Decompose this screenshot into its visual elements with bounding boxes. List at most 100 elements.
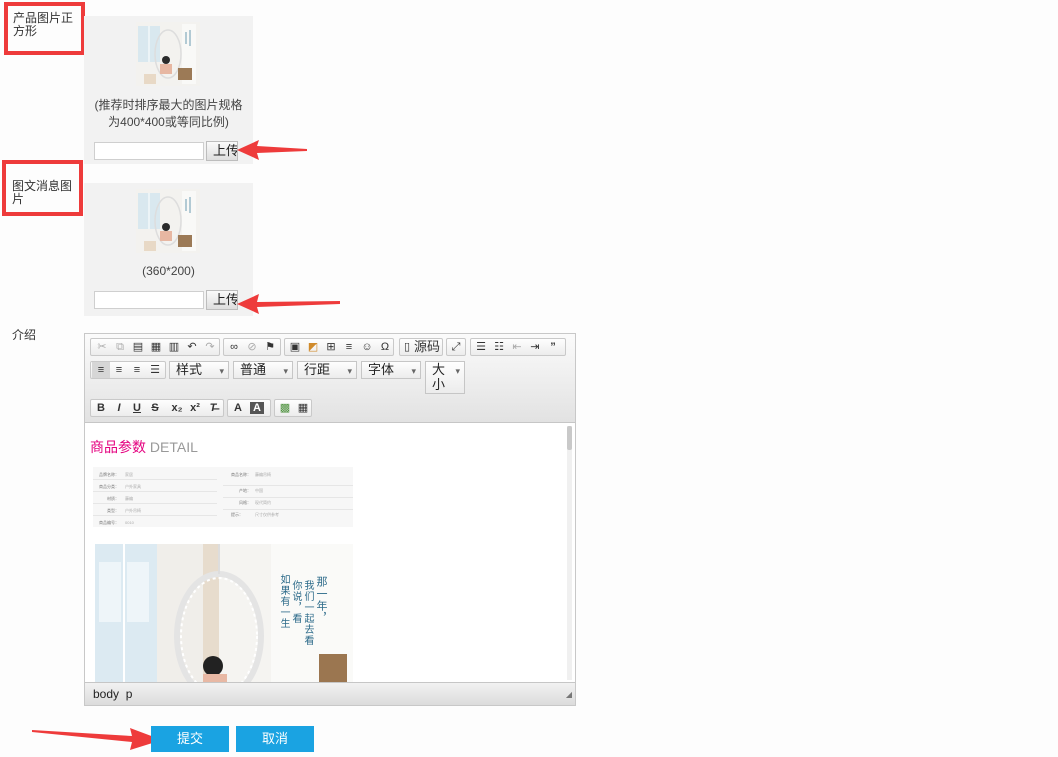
cut-icon[interactable]: ✂ xyxy=(93,339,111,355)
submit-button[interactable]: 提交 xyxy=(151,726,229,752)
source-button[interactable]: ▯ 源码 xyxy=(399,338,443,356)
line-height-dropdown[interactable]: 行距 ▾ xyxy=(297,361,357,379)
cancel-button[interactable]: 取消 xyxy=(236,726,314,752)
style-dropdown-label: 样式 xyxy=(176,362,203,377)
product-image-panel: (推荐时排序最大的图片规格为400*400或等同比例) 上传 xyxy=(84,16,253,164)
subscript-icon[interactable]: x₂ xyxy=(168,400,186,416)
italic-icon[interactable]: I xyxy=(110,400,128,416)
editor-scrollbar[interactable] xyxy=(567,426,572,680)
product-params-table: 品牌名称： 家居 商品分类： 户外家具 材质： 藤编 类型： 户外吊椅 商品编号… xyxy=(93,467,353,527)
special-char-icon[interactable]: Ω xyxy=(376,339,394,355)
clear-format-icon[interactable]: T̶ xyxy=(204,400,222,416)
param-value: 尺寸仅供参考 xyxy=(255,512,279,517)
editor-content-area[interactable]: 商品参数 DETAIL 品牌名称： 家居 商品分类： 户外家具 材质： 藤编 类… xyxy=(85,423,575,683)
media-group: ▩ ▦ xyxy=(274,399,312,417)
param-key: 商品编号： xyxy=(99,520,119,525)
product-image-hint: (推荐时排序最大的图片规格为400*400或等同比例) xyxy=(94,98,243,129)
content-heading: 商品参数 DETAIL xyxy=(90,437,198,457)
poem-line-3: 你说，看 xyxy=(290,580,301,624)
content-heading-cn: 商品参数 xyxy=(90,439,146,455)
size-dropdown[interactable]: 大小 ▾ xyxy=(425,361,465,394)
resize-handle-icon[interactable]: ◢ xyxy=(566,684,572,706)
image-icon[interactable]: ▣ xyxy=(286,339,304,355)
editor-scrollbar-thumb[interactable] xyxy=(567,426,572,450)
superscript-icon[interactable]: x² xyxy=(186,400,204,416)
indent-icon[interactable]: ⇥ xyxy=(526,339,544,355)
maximize-icon[interactable]: ⤢ xyxy=(447,339,465,355)
paste-word-icon[interactable]: ▥ xyxy=(165,339,183,355)
align-center-icon[interactable]: ≡ xyxy=(110,362,128,378)
product-image-upload-button[interactable]: 上传 xyxy=(206,141,238,161)
param-key: 材质： xyxy=(107,496,119,501)
align-right-icon[interactable]: ≡ xyxy=(128,362,146,378)
flash-icon[interactable]: ◩ xyxy=(304,339,322,355)
content-heading-en: DETAIL xyxy=(149,439,198,455)
param-divider xyxy=(93,503,217,504)
element-path[interactable]: body p xyxy=(93,683,132,705)
param-value: 藤编 xyxy=(125,496,133,501)
style-dropdown-chevron-icon: ▾ xyxy=(219,366,224,376)
smiley-icon[interactable]: ☺ xyxy=(358,339,376,355)
bold-icon[interactable]: B xyxy=(92,400,110,416)
param-value: 家居 xyxy=(125,472,133,477)
news-image-upload-button[interactable]: 上传 xyxy=(206,290,238,310)
image-gallery-icon[interactable]: ▩ xyxy=(276,400,294,416)
outdent-icon[interactable]: ⇤ xyxy=(508,339,526,355)
align-group: ≡ ≡ ≡ ☰ xyxy=(90,361,166,379)
maximize-group: ⤢ xyxy=(446,338,466,356)
background-color-icon[interactable]: A xyxy=(250,402,264,414)
paste-text-icon[interactable]: ▦ xyxy=(147,339,165,355)
param-value: 户外吊椅 xyxy=(125,508,141,513)
list-group: ☰ ☷ ⇤ ⇥ ” xyxy=(470,338,566,356)
poem-line-4: 如果有一生 xyxy=(278,574,289,629)
param-key: 产地： xyxy=(239,488,251,493)
news-upload-arrow xyxy=(237,294,340,314)
font-dropdown-chevron-icon: ▾ xyxy=(411,366,416,376)
param-value: 藤编吊椅 xyxy=(255,472,271,477)
format-dropdown-chevron-icon: ▾ xyxy=(283,366,288,376)
param-divider xyxy=(93,491,217,492)
news-image-label: 图文消息图片 xyxy=(12,179,73,206)
strikethrough-icon[interactable]: S xyxy=(146,400,164,416)
redo-icon[interactable]: ↷ xyxy=(201,339,219,355)
underline-icon[interactable]: U xyxy=(128,400,146,416)
copy-icon[interactable]: ⧉ xyxy=(111,339,129,355)
paste-icon[interactable]: ▤ xyxy=(129,339,147,355)
product-hero-image: 那一年， 我们一起去看 你说，看 如果有一生 xyxy=(95,544,353,683)
link-group: ∞ ⊘ ⚑ xyxy=(223,338,281,356)
line-height-dropdown-chevron-icon: ▾ xyxy=(347,366,352,376)
font-dropdown[interactable]: 字体 ▾ xyxy=(361,361,421,379)
param-key: 提示： xyxy=(231,512,243,517)
editor-toolbar: ✂ ⧉ ▤ ▦ ▥ ↶ ↷ ∞ ⊘ ⚑ ▣ ◩ ⊞ ≡ ☺ Ω ▯ 源码 ⤢ ☰… xyxy=(85,334,575,423)
format-dropdown[interactable]: 普通 ▾ xyxy=(233,361,293,379)
blockquote-icon[interactable]: ” xyxy=(544,339,562,355)
source-label: 源码 xyxy=(414,339,441,354)
submit-arrow xyxy=(32,728,162,750)
horizontal-rule-icon[interactable]: ≡ xyxy=(340,339,358,355)
source-doc-icon: ▯ xyxy=(403,341,411,353)
news-image-panel: (360*200) 上传 xyxy=(84,183,253,316)
link-icon[interactable]: ∞ xyxy=(225,339,243,355)
editor-status-bar: body p ◢ xyxy=(85,682,575,705)
clipboard-group: ✂ ⧉ ▤ ▦ ▥ ↶ ↷ xyxy=(90,338,220,356)
anchor-flag-icon[interactable]: ⚑ xyxy=(261,339,279,355)
text-color-icon[interactable]: A xyxy=(229,400,247,416)
product-image-path-input[interactable] xyxy=(94,142,204,160)
news-image-path-input[interactable] xyxy=(94,291,204,309)
align-justify-icon[interactable]: ☰ xyxy=(146,362,164,378)
news-image-hint: (360*200) xyxy=(142,264,195,278)
unlink-icon[interactable]: ⊘ xyxy=(243,339,261,355)
align-left-icon[interactable]: ≡ xyxy=(92,362,110,378)
param-key: 商品名称： xyxy=(231,472,251,477)
style-dropdown[interactable]: 样式 ▾ xyxy=(169,361,229,379)
bullet-list-icon[interactable]: ☷ xyxy=(490,339,508,355)
undo-icon[interactable]: ↶ xyxy=(183,339,201,355)
param-value: 0010 xyxy=(125,520,134,525)
param-value: 户外家具 xyxy=(125,484,141,489)
product-image-label: 产品图片正方形 xyxy=(13,11,74,38)
param-key: 类型： xyxy=(107,508,119,513)
numbered-list-icon[interactable]: ☰ xyxy=(472,339,490,355)
table-icon[interactable]: ⊞ xyxy=(322,339,340,355)
param-divider xyxy=(223,485,353,486)
qrcode-icon[interactable]: ▦ xyxy=(294,400,312,416)
